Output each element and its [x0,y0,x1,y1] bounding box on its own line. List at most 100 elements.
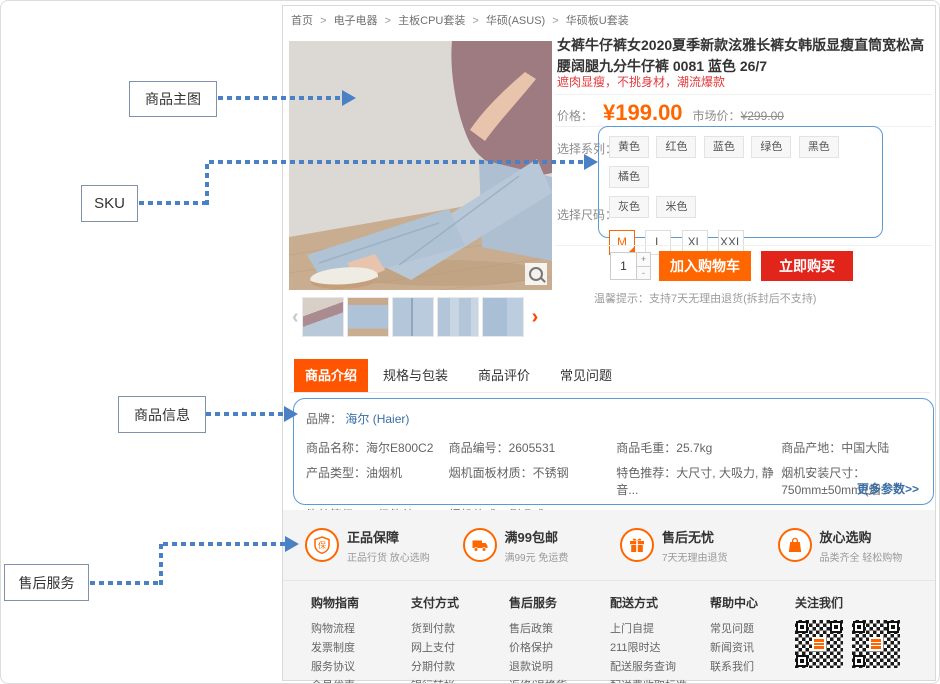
service-title: 放心选购 [820,527,903,546]
truck-icon [463,528,497,562]
brand-label: 品牌： [306,412,342,426]
divider [555,245,932,246]
color-options-row-1: 黄色 红色 蓝色 绿色 黑色 橘色 [609,136,882,196]
magnifier-icon[interactable] [525,263,547,285]
footer-links: 购物指南 购物流程 发票制度 服务协议 会员优惠 支付方式 货到付款 网上支付 … [283,581,935,684]
annotation-main-image-label: 商品主图 [129,81,217,117]
color-option-beige[interactable]: 米色 [656,196,696,218]
service-after-sales: 售后无忧 7天无理由退货 [620,527,778,564]
footer-col-follow-us: 关注我们 [795,594,900,684]
footer-link[interactable]: 配送服务查询 [610,658,710,677]
annotation-arrow-line [90,581,162,585]
footer-link[interactable]: 上门自提 [610,620,710,639]
return-policy-tip: 温馨提示：支持7天无理由退货(拆封后不支持) [594,290,816,306]
thumbnail-5[interactable] [482,297,524,337]
price-value: ¥199.00 [603,100,683,126]
footer-link[interactable]: 返修/退换货 [509,677,610,684]
tab-product-intro[interactable]: 商品介绍 [294,359,368,392]
footer-link[interactable]: 银行转帐 [411,677,509,684]
bag-icon [778,528,812,562]
breadcrumb-category[interactable]: 电子电器 [334,15,378,27]
footer-link[interactable]: 联系我们 [710,658,795,677]
service-authentic: 保 正品保障 正品行货 放心选购 [305,527,463,564]
attr-panel-material: 烟机面板材质：不锈钢 [449,464,617,498]
quantity-decrease-button[interactable]: - [637,267,650,280]
footer-link[interactable]: 货到付款 [411,620,509,639]
breadcrumb-subcategory[interactable]: 主板CPU套装 [398,15,465,27]
add-to-cart-button[interactable]: 加入购物车 [659,251,751,281]
footer-link[interactable]: 会员优惠 [311,677,411,684]
product-info-box: 品牌： 海尔 (Haier) 商品名称：海尔E800C2 商品编号：260553… [293,398,934,505]
product-photo-illustration [289,41,552,290]
breadcrumb-separator: > [552,15,558,27]
footer-link[interactable]: 新闻资讯 [710,639,795,658]
thumbnail-4[interactable] [437,297,479,337]
service-desc: 正品行货 放心选购 [347,549,430,564]
color-options-row-2: 灰色 米色 [609,196,882,226]
footer-col-payment: 支付方式 货到付款 网上支付 分期付款 银行转帐 [411,594,509,684]
qr-code-2 [852,620,900,668]
attr-sku-id: 商品编号：2605531 [449,439,617,456]
color-option-red[interactable]: 红色 [656,136,696,158]
annotation-arrow-line [206,412,285,416]
breadcrumb-current: 华硕板U套装 [566,15,629,27]
tab-reviews[interactable]: 商品评价 [463,359,545,392]
footer-link[interactable]: 211限时达 [610,639,710,658]
quantity-increase-button[interactable]: + [637,253,650,267]
footer-col-shopping-guide: 购物指南 购物流程 发票制度 服务协议 会员优惠 [311,594,411,684]
breadcrumb-home[interactable]: 首页 [291,15,313,27]
footer-col-help: 帮助中心 常见问题 新闻资讯 联系我们 [710,594,795,684]
brand-link[interactable]: 海尔 (Haier) [345,412,409,426]
attr-type: 产品类型：油烟机 [306,464,449,498]
thumbnail-3[interactable] [392,297,434,337]
product-page-panel: 首页 > 电子电器 > 主板CPU套装 > 华硕(ASUS) > 华硕板U套装 [282,5,936,681]
chevron-right-icon[interactable]: › [529,297,542,337]
service-free-shipping: 满99包邮 满99元 免运费 [463,527,621,564]
footer-link[interactable]: 退款说明 [509,658,610,677]
footer-link[interactable]: 常见问题 [710,620,795,639]
annotation-arrow-line [205,164,209,205]
thumbnail-strip: ‹ › [289,296,552,338]
shield-icon: 保 [305,528,339,562]
color-option-yellow[interactable]: 黄色 [609,136,649,158]
footer-link[interactable]: 售后政策 [509,620,610,639]
gift-icon [620,528,654,562]
annotation-arrow-line [163,542,286,546]
thumbnail-2[interactable] [347,297,389,337]
breadcrumb-brand[interactable]: 华硕(ASUS) [486,15,545,27]
footer-link[interactable]: 价格保护 [509,639,610,658]
footer-link[interactable]: 分期付款 [411,658,509,677]
product-main-image[interactable] [289,41,552,290]
product-title: 女裤牛仔裤女2020夏季新款泫雅长裤女韩版显瘦直筒宽松高腰阔腿九分牛仔裤 008… [557,35,933,77]
attr-origin: 商品产地：中国大陆 [781,439,921,456]
tab-faq[interactable]: 常见问题 [545,359,627,392]
color-option-black[interactable]: 黑色 [799,136,839,158]
annotation-product-info-label: 商品信息 [118,396,206,433]
footer-link[interactable]: 服务协议 [311,658,411,677]
attr-weight: 商品毛重：25.7kg [616,439,781,456]
color-option-blue[interactable]: 蓝色 [704,136,744,158]
tab-spec-packaging[interactable]: 规格与包装 [368,359,463,392]
breadcrumb-separator: > [385,15,391,27]
footer-link[interactable]: 配送费收取标准 [610,677,710,684]
breadcrumb-separator: > [320,15,326,27]
service-title: 满99包邮 [505,527,569,546]
color-option-green[interactable]: 绿色 [751,136,791,158]
price-row: 价格： ¥199.00 市场价：¥299.00 [557,100,784,126]
buy-now-button[interactable]: 立即购买 [761,251,853,281]
detail-tabs: 商品介绍 规格与包装 商品评价 常见问题 [289,359,930,393]
footer-link[interactable]: 发票制度 [311,639,411,658]
service-guarantees-row: 保 正品保障 正品行货 放心选购 [283,510,935,581]
color-option-gray[interactable]: 灰色 [609,196,649,218]
thumbnail-1[interactable] [302,297,344,337]
chevron-left-icon[interactable]: ‹ [289,297,302,337]
more-params-link[interactable]: 更多参数>> [857,480,919,497]
service-easy-shopping: 放心选购 品类齐全 轻松购物 [778,527,936,564]
annotation-after-sales-label: 售后服务 [4,564,89,601]
footer-link[interactable]: 网上支付 [411,639,509,658]
qr-logo-icon [869,637,883,651]
service-title: 正品保障 [347,527,430,546]
attr-feature: 特色推荐：大尺寸, 大吸力, 静音... [616,464,781,498]
footer-link[interactable]: 购物流程 [311,620,411,639]
color-option-orange[interactable]: 橘色 [609,166,649,188]
